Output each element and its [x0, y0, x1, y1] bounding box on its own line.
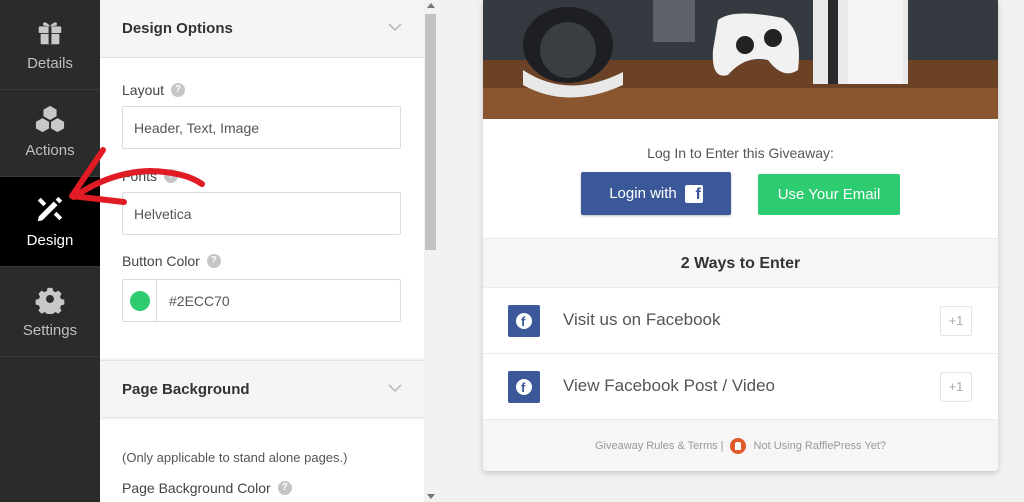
- entry-row[interactable]: f Visit us on Facebook +1: [483, 288, 998, 354]
- scroll-up-arrow-icon[interactable]: [427, 3, 435, 8]
- chevron-down-icon: [388, 384, 402, 393]
- giveaway-preview: Log In to Enter this Giveaway: Login wit…: [437, 0, 1024, 502]
- rafflepress-cta-link[interactable]: Not Using RafflePress Yet?: [754, 440, 886, 452]
- page-background-color-label-text: Page Background Color: [122, 480, 271, 496]
- hero-image: [483, 0, 998, 119]
- page-background-note: (Only applicable to stand alone pages.): [122, 450, 348, 465]
- sidebar-nav: Details Actions Design Settings: [0, 0, 100, 502]
- nav-label-settings: Settings: [22, 322, 78, 339]
- page-background-body: (Only applicable to stand alone pages.) …: [100, 420, 424, 502]
- giveaway-card: Log In to Enter this Giveaway: Login wit…: [483, 0, 998, 471]
- chevron-down-icon: [388, 23, 402, 32]
- design-options-header[interactable]: Design Options: [100, 0, 424, 58]
- fonts-select[interactable]: Helvetica: [122, 192, 401, 235]
- help-icon[interactable]: ?: [171, 83, 186, 97]
- entry-label: View Facebook Post / Video: [563, 376, 776, 395]
- facebook-icon: f: [508, 371, 540, 403]
- design-settings-panel: Design Options Layout ? Header, Text, Im…: [100, 0, 424, 502]
- fonts-label: Fonts ?: [122, 168, 179, 184]
- gift-icon: [38, 22, 62, 45]
- page-background-color-label: Page Background Color ?: [122, 480, 292, 496]
- entry-row[interactable]: f View Facebook Post / Video +1: [483, 354, 998, 420]
- layout-value: Header, Text, Image: [134, 119, 260, 136]
- rules-link[interactable]: Giveaway Rules & Terms |: [595, 440, 724, 452]
- help-icon[interactable]: ?: [164, 169, 179, 183]
- design-options-title: Design Options: [122, 20, 233, 37]
- entry-points-badge: +1: [940, 306, 972, 336]
- color-swatch[interactable]: [123, 280, 157, 321]
- panel-scrollbar[interactable]: [424, 0, 437, 502]
- rafflepress-logo-icon: [729, 437, 746, 454]
- button-color-label: Button Color ?: [122, 253, 221, 269]
- layout-label-text: Layout: [122, 82, 165, 98]
- hero-photo: [483, 0, 998, 119]
- facebook-icon: f: [684, 184, 703, 203]
- page-background-header[interactable]: Page Background: [100, 360, 424, 418]
- ways-to-enter-heading: 2 Ways to Enter: [483, 238, 998, 288]
- nav-item-design[interactable]: Design: [0, 177, 100, 267]
- scroll-thumb[interactable]: [425, 14, 436, 250]
- help-icon[interactable]: ?: [277, 481, 292, 495]
- fonts-label-text: Fonts: [122, 168, 158, 184]
- scroll-down-arrow-icon[interactable]: [427, 494, 435, 499]
- nav-label-details: Details: [27, 55, 73, 72]
- entry-label: Visit us on Facebook: [563, 310, 721, 329]
- pencil-ruler-icon: [37, 196, 63, 222]
- design-options-body: Layout ? Header, Text, Image Fonts ? Hel…: [100, 58, 424, 358]
- nav-label-design: Design: [26, 232, 74, 249]
- layout-label: Layout ?: [122, 82, 186, 98]
- button-color-label-text: Button Color: [122, 253, 200, 269]
- color-dot: [129, 290, 150, 311]
- login-title: Log In to Enter this Giveaway:: [647, 145, 834, 161]
- button-color-value: #2ECC70: [169, 292, 230, 309]
- nav-item-settings[interactable]: Settings: [0, 267, 100, 357]
- nav-item-actions[interactable]: Actions: [0, 87, 100, 177]
- nav-item-details[interactable]: Details: [0, 0, 100, 90]
- entry-points-badge: +1: [940, 372, 972, 402]
- nav-label-actions: Actions: [25, 142, 75, 159]
- fonts-value: Helvetica: [134, 205, 192, 222]
- login-with-facebook-button[interactable]: Login with f: [581, 172, 731, 215]
- gear-icon: [35, 287, 65, 314]
- facebook-icon: f: [508, 305, 540, 337]
- page-background-title: Page Background: [122, 380, 250, 398]
- giveaway-footer: Giveaway Rules & Terms | Not Using Raffl…: [483, 420, 998, 471]
- login-with-label: Login with: [609, 185, 677, 202]
- help-icon[interactable]: ?: [206, 254, 221, 268]
- layout-select[interactable]: Header, Text, Image: [122, 106, 401, 149]
- button-color-input[interactable]: #2ECC70: [122, 279, 401, 322]
- cubes-icon: [35, 105, 65, 133]
- use-email-button[interactable]: Use Your Email: [758, 174, 900, 215]
